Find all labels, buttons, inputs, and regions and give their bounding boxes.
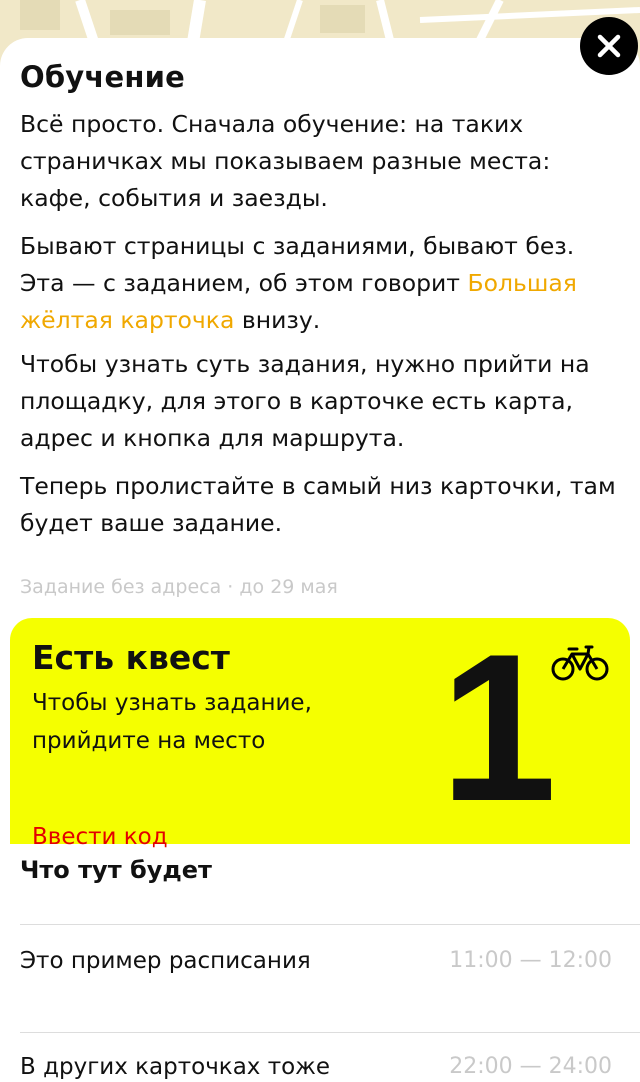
schedule-item-label: Это пример расписания <box>20 948 311 974</box>
divider <box>20 924 640 925</box>
schedule-title: Что тут будет <box>20 856 212 884</box>
task-paragraph-end: внизу. <box>234 306 321 334</box>
schedule-item-label: В других карточках тоже <box>20 1054 331 1080</box>
quest-title: Есть квест <box>32 638 230 677</box>
schedule-item-time: 22:00 — 24:00 <box>449 1054 612 1079</box>
task-meta: Задание без адреса · до 29 мая <box>20 576 338 598</box>
quest-number: 1 <box>440 610 557 845</box>
close-button[interactable] <box>580 17 638 75</box>
quest-card[interactable]: Есть квест Чтобы узнать задание, прийдит… <box>10 610 630 850</box>
quest-description: Чтобы узнать задание, прийдите на место <box>32 690 312 754</box>
divider <box>20 1032 640 1033</box>
intro-paragraph: Всё просто. Сначала обучение: на таких с… <box>20 110 551 212</box>
bottom-sheet: Обучение Всё просто. Сначала обучение: н… <box>0 38 640 1082</box>
enter-code-link[interactable]: Ввести код <box>32 824 168 850</box>
bicycle-icon <box>551 645 609 681</box>
schedule-item-time: 11:00 — 12:00 <box>449 948 612 973</box>
scroll-paragraph: Теперь пролистайте в самый низ карточки,… <box>20 472 616 537</box>
task-paragraph: Бывают страницы с заданиями, бывают без.… <box>20 228 620 339</box>
close-icon <box>597 34 621 58</box>
route-paragraph: Чтобы узнать суть задания, нужно прийти … <box>20 350 590 452</box>
modal-title: Обучение <box>20 60 186 94</box>
